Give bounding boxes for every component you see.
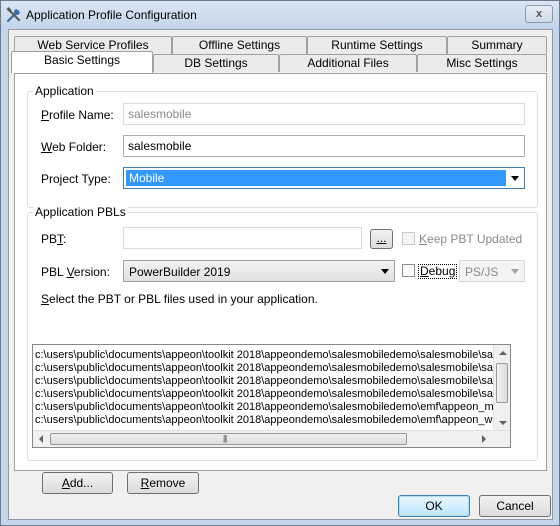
- close-icon: x: [535, 8, 543, 20]
- button-label: Cancel: [496, 499, 534, 513]
- project-type-dropdown[interactable]: Mobile: [123, 167, 525, 189]
- add-button[interactable]: Add...: [42, 472, 113, 494]
- mode-dropdown[interactable]: PS/JS: [459, 260, 525, 282]
- group-title: Application: [33, 84, 96, 98]
- tab-offline-settings[interactable]: Offline Settings: [172, 36, 307, 54]
- remove-button[interactable]: Remove: [127, 472, 199, 494]
- field-value: salesmobile: [128, 139, 192, 153]
- pbl-instruction-text: Select the PBT or PBL files used in your…: [41, 292, 318, 306]
- close-button[interactable]: x: [525, 5, 553, 23]
- tab-label: Summary: [471, 38, 523, 52]
- tab-misc-settings[interactable]: Misc Settings: [417, 54, 547, 72]
- tab-label: Web Service Profiles: [37, 38, 149, 52]
- ok-button[interactable]: OK: [398, 495, 470, 517]
- tab-additional-files[interactable]: Additional Files: [279, 54, 417, 72]
- horizontal-scroll-thumb[interactable]: |||: [50, 433, 407, 445]
- browse-pbt-button[interactable]: ...: [370, 229, 393, 249]
- list-item[interactable]: c:\users\public\documents\appeon\toolkit…: [35, 388, 495, 401]
- tab-label: Basic Settings: [43, 53, 121, 67]
- cancel-button[interactable]: Cancel: [479, 495, 551, 517]
- title-bar[interactable]: Application Profile Configuration x: [1, 1, 559, 29]
- pbt-label: PBT:: [41, 232, 67, 246]
- tab-label: Runtime Settings: [331, 38, 423, 52]
- dropdown-value: PowerBuilder 2019: [129, 265, 231, 279]
- list-item[interactable]: c:\users\public\documents\appeon\toolkit…: [35, 401, 494, 414]
- dialog-window: Application Profile Configuration x Web …: [0, 0, 560, 526]
- scroll-up-icon[interactable]: [499, 351, 507, 355]
- keep-pbt-updated-checkbox[interactable]: [402, 232, 415, 245]
- pbl-version-dropdown[interactable]: PowerBuilder 2019: [123, 260, 395, 282]
- button-label: ...: [376, 231, 387, 245]
- dropdown-value: PS/JS: [465, 265, 499, 279]
- group-title: Application PBLs: [33, 205, 128, 219]
- field-value: salesmobile: [128, 107, 192, 121]
- pbl-file-list[interactable]: c:\users\public\documents\appeon\toolkit…: [32, 344, 511, 448]
- horizontal-scrollbar[interactable]: |||: [33, 430, 510, 447]
- list-item[interactable]: c:\users\public\documents\appeon\toolkit…: [35, 375, 495, 388]
- button-label: OK: [425, 499, 443, 513]
- vertical-scroll-thumb[interactable]: [496, 363, 508, 403]
- scroll-left-icon[interactable]: [39, 435, 43, 443]
- pbl-version-label: PBL Version:: [41, 265, 110, 279]
- tab-label: Offline Settings: [198, 38, 281, 52]
- chevron-down-icon: [511, 269, 519, 274]
- debug-label: Debug: [418, 264, 458, 279]
- grip-icon: |||: [223, 434, 227, 443]
- tools-icon: [6, 7, 21, 23]
- basic-settings-panel: Application Profile Name: salesmobile We…: [14, 73, 547, 494]
- profile-name-field[interactable]: salesmobile: [123, 103, 525, 125]
- dropdown-value: Mobile: [129, 171, 165, 185]
- profile-name-label: Profile Name:: [41, 108, 114, 122]
- pbt-field[interactable]: [123, 227, 362, 249]
- chevron-down-icon: [511, 176, 519, 181]
- scroll-down-icon[interactable]: [499, 421, 507, 425]
- web-folder-field[interactable]: salesmobile: [123, 135, 525, 157]
- vertical-scrollbar[interactable]: [493, 345, 510, 431]
- list-item[interactable]: c:\users\public\documents\appeon\toolkit…: [35, 362, 495, 375]
- tab-summary[interactable]: Summary: [447, 36, 547, 54]
- list-item[interactable]: c:\users\public\documents\appeon\toolkit…: [35, 414, 492, 427]
- tab-label: Additional Files: [307, 56, 389, 70]
- tab-runtime-settings[interactable]: Runtime Settings: [307, 36, 447, 54]
- tab-label: DB Settings: [184, 56, 248, 70]
- dialog-client-area: Web Service Profiles Offline Settings Ru…: [8, 29, 553, 520]
- tab-db-settings[interactable]: DB Settings: [153, 54, 279, 72]
- web-folder-label: Web Folder:: [41, 140, 107, 154]
- debug-checkbox[interactable]: [402, 264, 415, 277]
- tab-basic-settings[interactable]: Basic Settings: [11, 51, 153, 73]
- project-type-label: Project Type:: [41, 172, 111, 186]
- chevron-down-icon: [381, 269, 389, 274]
- tab-label: Misc Settings: [446, 56, 518, 70]
- window-title: Application Profile Configuration: [26, 8, 197, 22]
- list-item[interactable]: c:\users\public\documents\appeon\toolkit…: [35, 349, 495, 362]
- scroll-right-icon[interactable]: [482, 435, 486, 443]
- keep-pbt-updated-label: Keep PBT Updated: [419, 232, 523, 246]
